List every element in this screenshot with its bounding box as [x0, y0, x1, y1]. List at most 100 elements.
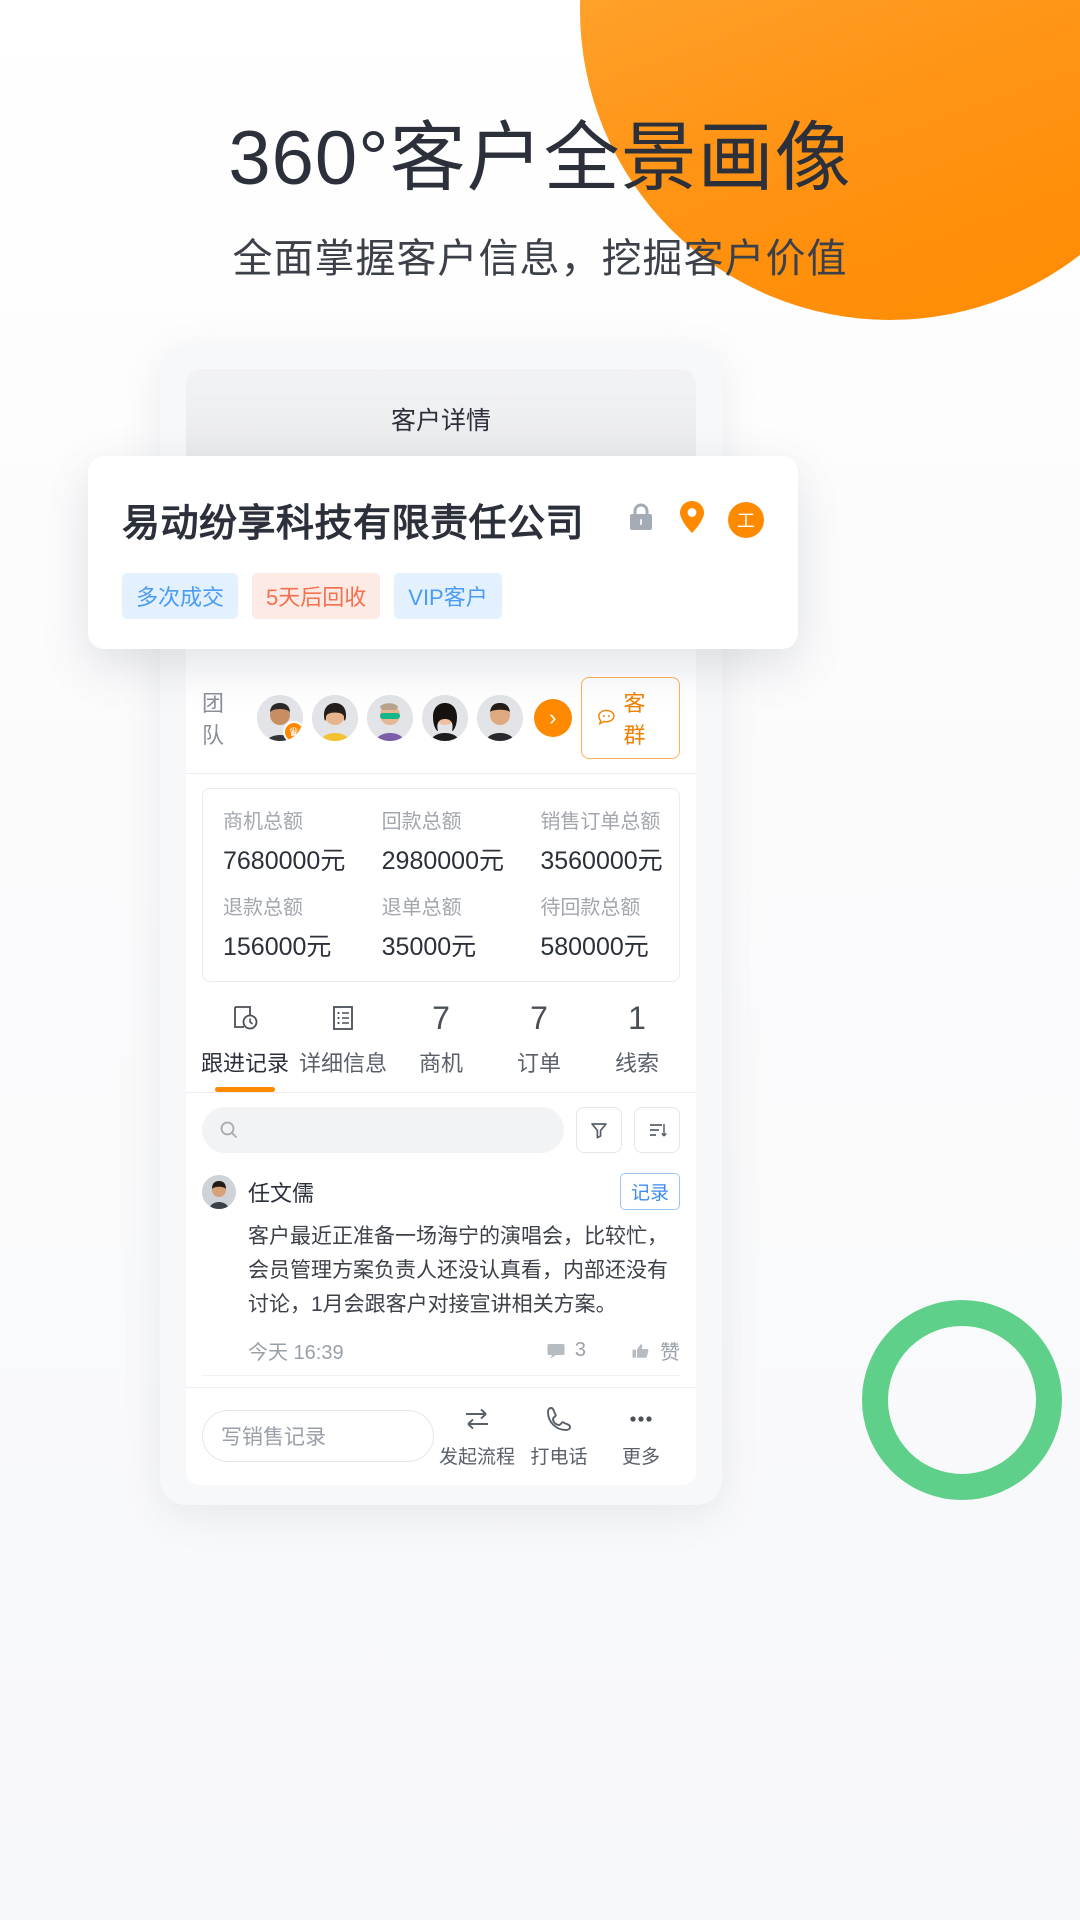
- avatar[interactable]: [311, 695, 358, 741]
- stat-item: 回款总额 2980000元: [362, 805, 521, 877]
- company-card-top: 易动纷享科技有限责任公司 工: [122, 492, 764, 547]
- comment-count: 3: [574, 1339, 586, 1362]
- phone-icon: [520, 1402, 598, 1436]
- tab-label: 线索: [614, 1051, 659, 1076]
- filter-icon: [591, 1123, 607, 1139]
- status-badge[interactable]: 5天后回收: [252, 573, 381, 619]
- stat-item: 退单总额 35000元: [362, 891, 521, 963]
- call-label: 打电话: [530, 1447, 588, 1468]
- thumbs-up-icon: [632, 1343, 649, 1358]
- feed-author: 任文儒: [248, 1180, 315, 1206]
- stat-value: 156000元: [223, 933, 332, 961]
- search-row: [186, 1093, 696, 1167]
- tab-count: 1: [628, 1000, 646, 1036]
- avatar[interactable]: ♛: [256, 695, 303, 741]
- sort-button[interactable]: [634, 1107, 680, 1153]
- bottom-action-bar: 写销售记录 发起流程 打电话 更多: [186, 1387, 696, 1485]
- stat-item: 销售订单总额 3560000元: [520, 805, 679, 877]
- tab-followup-records[interactable]: 跟进记录: [196, 998, 294, 1092]
- industry-badge-glyph: 工: [737, 510, 755, 531]
- status-badge[interactable]: 多次成交: [122, 573, 239, 619]
- customer-group-button[interactable]: 客群: [580, 677, 680, 759]
- feed-list: 任文儒 记录 客户最近正准备一场海宁的演唱会，比较忙，会员管理方案负责人还没认真…: [186, 1167, 696, 1387]
- status-badge[interactable]: VIP客户: [394, 573, 502, 619]
- more-label: 更多: [621, 1447, 660, 1468]
- location-pin-icon[interactable]: [678, 500, 706, 539]
- green-ring-decoration: [862, 1300, 1062, 1500]
- flow-arrows-icon: [438, 1402, 516, 1436]
- company-summary-card: 易动纷享科技有限责任公司 工 多次成交 5天后回收 VIP客户: [88, 456, 798, 649]
- tab-leads[interactable]: 1 线索: [588, 998, 686, 1092]
- tab-label: 商机: [418, 1051, 463, 1076]
- avatar[interactable]: [421, 695, 468, 741]
- page-subtitle: 全面掌握客户信息，挖掘客户价值: [232, 237, 848, 282]
- page-title: 360°客户全景画像: [228, 116, 852, 201]
- stat-value: 2980000元: [381, 847, 504, 875]
- avatar-face-4: [421, 695, 468, 741]
- tab-count: 7: [530, 1000, 548, 1036]
- like-label: 赞: [660, 1342, 680, 1365]
- list-item[interactable]: 任文儒 记录 客户最近正准备一场海宁的演唱会，比较忙，会员管理方案负责人还没认真…: [202, 1167, 680, 1377]
- app-nav-bar: 客户详情: [186, 369, 696, 469]
- search-icon: [220, 1121, 238, 1139]
- hero-section: 360°客户全景画像 全面掌握客户信息，挖掘客户价值: [0, 116, 1080, 284]
- avatar-face-5: [476, 695, 523, 741]
- tab-details[interactable]: 详细信息: [294, 998, 392, 1092]
- avatar[interactable]: [366, 695, 413, 741]
- stat-value: 580000元: [540, 933, 649, 961]
- tab-orders[interactable]: 7 订单: [490, 998, 588, 1092]
- filter-button[interactable]: [576, 1107, 622, 1153]
- clock-doc-icon: [196, 998, 294, 1038]
- like-action[interactable]: 赞: [630, 1336, 680, 1365]
- start-process-label: 发起流程: [438, 1447, 515, 1468]
- start-process-button[interactable]: 发起流程: [438, 1402, 516, 1469]
- more-button[interactable]: 更多: [602, 1402, 680, 1469]
- feed-footer: 今天 16:39 3 赞: [202, 1336, 680, 1365]
- tab-opportunities[interactable]: 7 商机: [392, 998, 490, 1092]
- lock-icon[interactable]: [626, 501, 656, 538]
- team-more-button[interactable]: ›: [533, 699, 572, 737]
- list-doc-icon: [294, 998, 392, 1038]
- stat-label: 回款总额: [381, 811, 462, 833]
- stat-item: 待回款总额 580000元: [520, 891, 679, 963]
- comment-icon: [547, 1343, 565, 1359]
- stats-grid: 商机总额 7680000元 回款总额 2980000元 销售订单总额 35600…: [203, 805, 679, 963]
- tab-bar: 跟进记录 详细信息 7 商机 7 订单 1 线索: [186, 982, 696, 1093]
- tab-label: 详细信息: [298, 1051, 387, 1076]
- avatar-face-author-1: [202, 1174, 236, 1209]
- tab-count: 7: [432, 1000, 450, 1036]
- stat-value: 7680000元: [223, 847, 346, 875]
- stat-label: 商机总额: [223, 811, 303, 833]
- customer-group-label: 客群: [623, 691, 646, 748]
- team-row: 团队 ♛ › 客群: [186, 667, 696, 774]
- tab-label: 跟进记录: [200, 1051, 289, 1076]
- stat-label: 退单总额: [381, 897, 462, 919]
- nav-title: 客户详情: [390, 407, 491, 435]
- avatar[interactable]: [202, 1174, 236, 1209]
- feed-time: 今天 16:39: [248, 1342, 344, 1365]
- stat-label: 退款总额: [223, 897, 303, 919]
- stats-box: 商机总额 7680000元 回款总额 2980000元 销售订单总额 35600…: [202, 788, 680, 982]
- more-dots-icon: [602, 1402, 680, 1436]
- tab-label: 订单: [516, 1051, 561, 1076]
- stat-item: 商机总额 7680000元: [203, 805, 362, 877]
- stat-label: 销售订单总额: [540, 811, 661, 833]
- stat-value: 3560000元: [540, 847, 663, 875]
- company-tag-list: 多次成交 5天后回收 VIP客户: [122, 573, 764, 619]
- status-badge: 记录: [619, 1173, 680, 1210]
- comment-action[interactable]: 3: [545, 1339, 586, 1362]
- feed-body: 客户最近正准备一场海宁的演唱会，比较忙，会员管理方案负责人还没认真看，内部还没有…: [248, 1225, 668, 1317]
- company-name: 易动纷享科技有限责任公司: [122, 503, 585, 545]
- industry-badge-icon[interactable]: 工: [728, 501, 764, 538]
- avatar-face-3: [366, 695, 413, 741]
- avatar-face-2: [311, 695, 358, 741]
- avatar[interactable]: [476, 695, 523, 741]
- list-item[interactable]: 张家豪 → 添加地址 办公地址:中国北京市丰台区光华路 昨天 16:39: [202, 1376, 680, 1387]
- search-input[interactable]: [202, 1107, 564, 1153]
- crown-icon: ♛: [282, 721, 303, 741]
- team-label: 团队: [202, 691, 225, 748]
- write-record-input[interactable]: 写销售记录: [202, 1409, 434, 1462]
- stat-value: 35000元: [381, 933, 477, 961]
- stat-item: 退款总额 156000元: [203, 891, 362, 963]
- call-button[interactable]: 打电话: [520, 1402, 598, 1469]
